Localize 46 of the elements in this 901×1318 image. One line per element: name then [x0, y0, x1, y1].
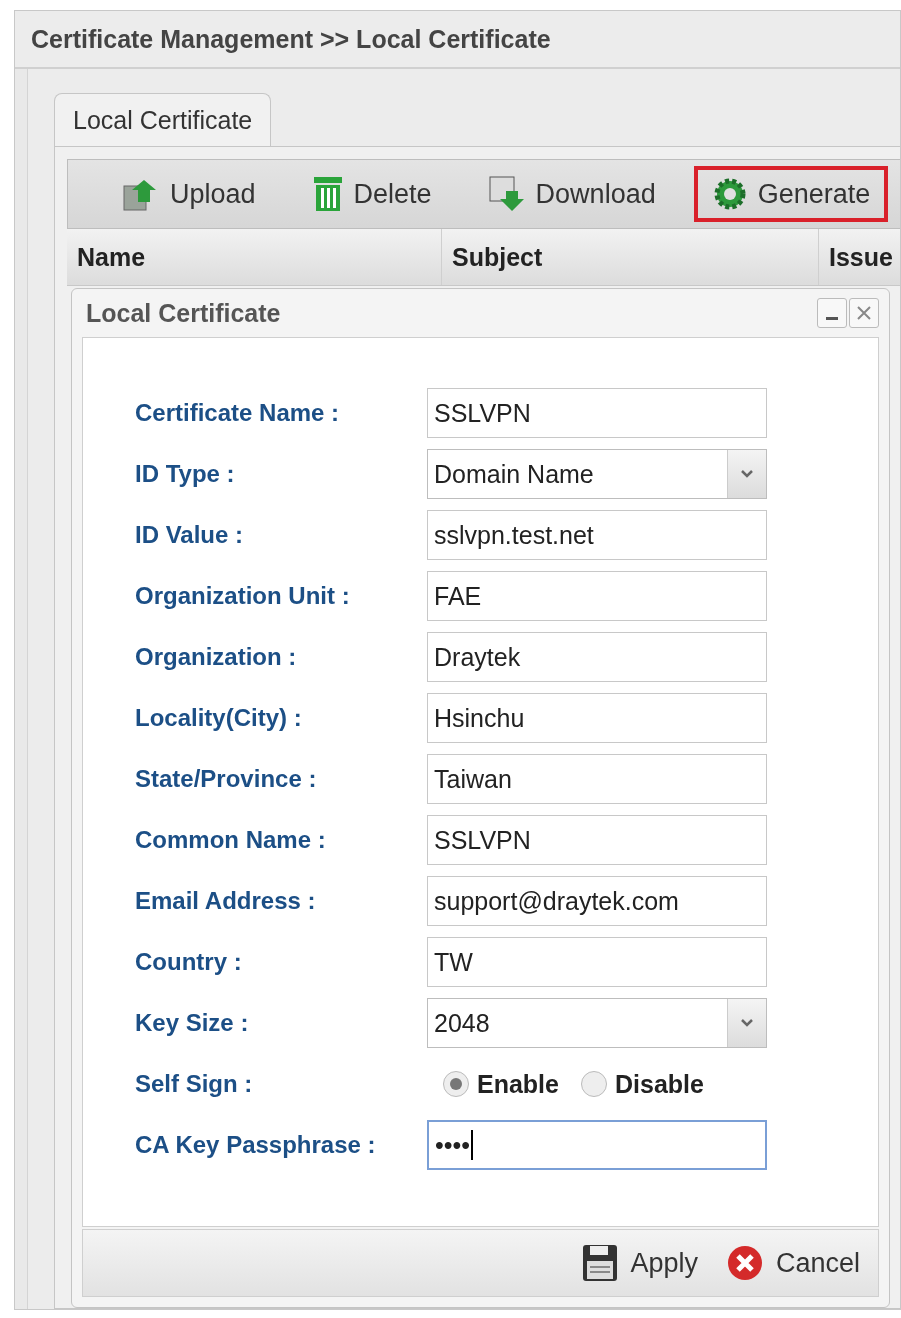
- minimize-button[interactable]: [817, 298, 847, 328]
- text-field[interactable]: Draytek: [427, 632, 767, 682]
- text-field[interactable]: support@draytek.com: [427, 876, 767, 926]
- text-field[interactable]: Taiwan: [427, 754, 767, 804]
- minimize-icon: [826, 316, 838, 320]
- column-header[interactable]: Name: [67, 229, 442, 285]
- close-button[interactable]: [849, 298, 879, 328]
- text-field[interactable]: TW: [427, 937, 767, 987]
- save-icon: [582, 1244, 619, 1282]
- field-label: ID Value :: [135, 521, 245, 549]
- password-field[interactable]: ••••: [427, 1120, 767, 1170]
- field-label: Email Address :: [135, 887, 317, 915]
- radio-option[interactable]: Disable: [581, 1069, 704, 1099]
- dropdown-field[interactable]: Domain Name: [427, 449, 767, 499]
- field-label: Organization :: [135, 643, 298, 671]
- field-label: Locality(City) :: [135, 704, 303, 732]
- close-icon: [856, 305, 872, 321]
- field-label: CA Key Passphrase :: [135, 1131, 377, 1159]
- field-label: Country :: [135, 948, 243, 976]
- field-label: Common Name :: [135, 826, 327, 854]
- field-label: Organization Unit :: [135, 582, 351, 610]
- trash-icon: [311, 175, 344, 213]
- tab[interactable]: Local Certificate: [54, 93, 272, 147]
- field-label: State/Province :: [135, 765, 318, 793]
- dropdown-field[interactable]: 2048: [427, 998, 767, 1048]
- toolbar-button[interactable]: Delete: [293, 165, 450, 223]
- dialog-title: Local Certificate: [86, 298, 281, 328]
- download-icon: [487, 175, 526, 213]
- toolbar-button[interactable]: Upload: [104, 166, 274, 222]
- field-label: Certificate Name :: [135, 399, 341, 427]
- cancel-button[interactable]: Cancel: [725, 1244, 860, 1282]
- text-field[interactable]: Hsinchu: [427, 693, 767, 743]
- field-label: ID Type :: [135, 460, 236, 488]
- column-header[interactable]: Issue: [819, 229, 900, 285]
- toolbar-button[interactable]: Download: [469, 165, 674, 223]
- field-label: Key Size :: [135, 1009, 250, 1037]
- text-field[interactable]: sslvpn.test.net: [427, 510, 767, 560]
- cancel-icon: [725, 1244, 764, 1282]
- field-label: Self Sign :: [135, 1070, 254, 1098]
- text-field[interactable]: FAE: [427, 571, 767, 621]
- text-field[interactable]: SSLVPN: [427, 388, 767, 438]
- toolbar-button[interactable]: Generate: [693, 166, 889, 222]
- column-header[interactable]: Subject: [442, 229, 819, 285]
- apply-button[interactable]: Apply: [582, 1244, 698, 1282]
- text-field[interactable]: SSLVPN: [427, 815, 767, 865]
- radio-option[interactable]: Enable: [443, 1069, 559, 1099]
